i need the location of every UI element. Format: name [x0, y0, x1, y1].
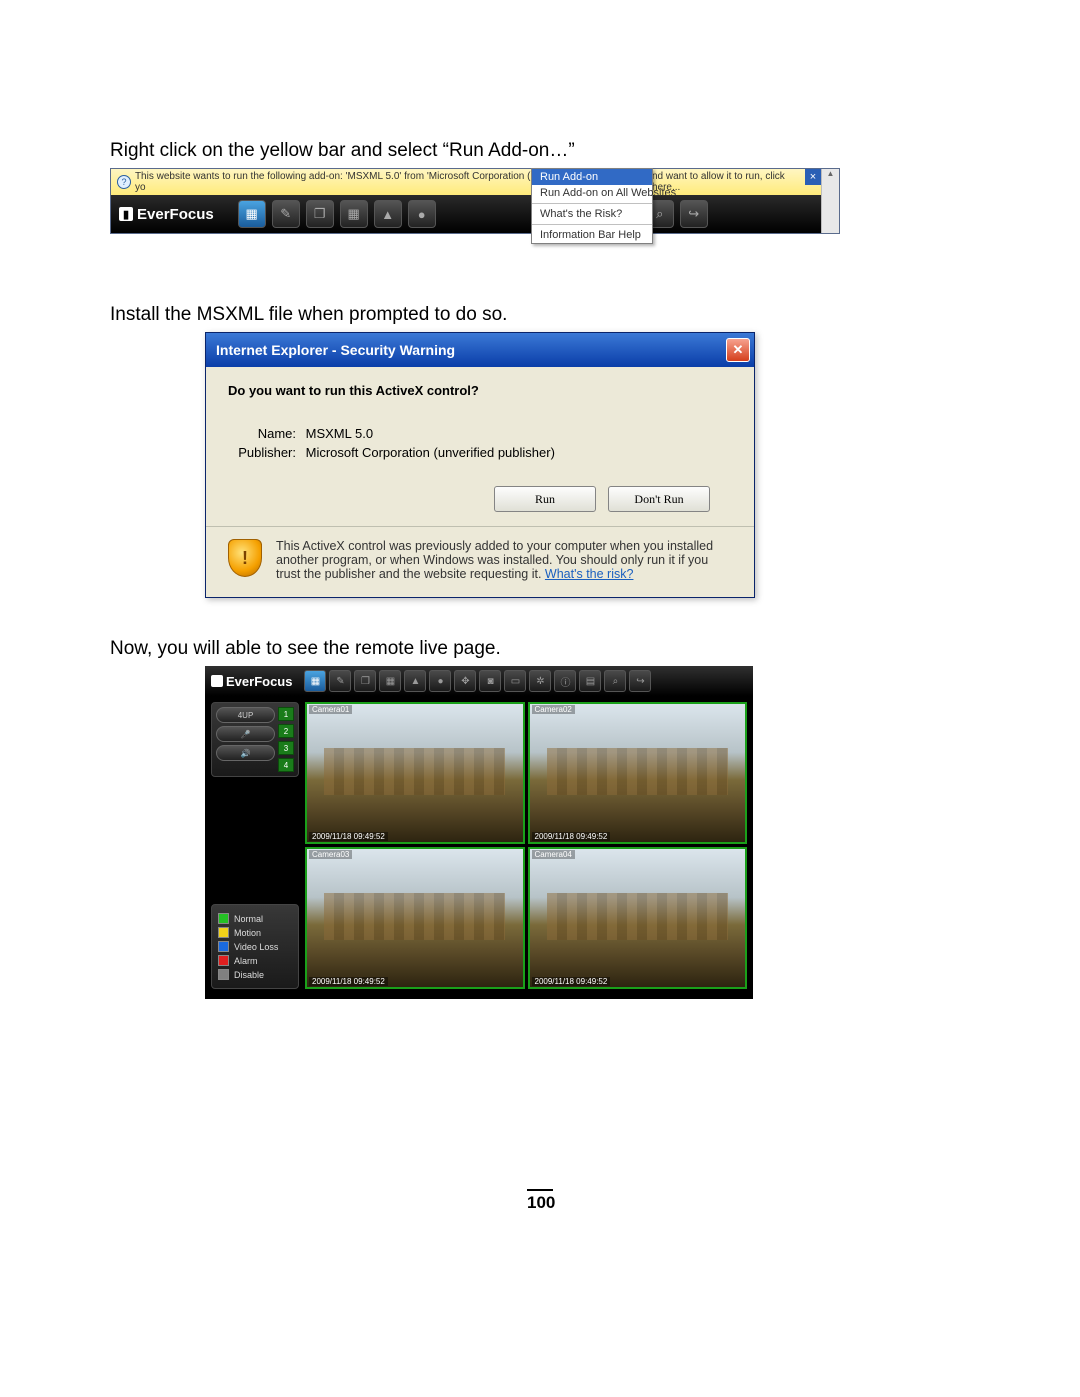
menu-item-run-addon-all[interactable]: Run Add-on on All Websites [532, 185, 652, 201]
toolbar-logout-icon[interactable]: ↪ [629, 670, 651, 692]
name-label: Name: [228, 426, 296, 441]
toolbar-display-icon[interactable]: ▭ [504, 670, 526, 692]
channel-button-3[interactable]: 3 [278, 741, 294, 755]
camera-tile-3[interactable]: Camera03 2009/11/18 09:49:52 [305, 847, 525, 989]
dialog-titlebar: Internet Explorer - Security Warning ✕ [206, 333, 754, 367]
publisher-label: Publisher: [228, 445, 296, 460]
menu-item-run-addon[interactable]: Run Add-on [532, 169, 652, 185]
toolbar-ptz-icon[interactable]: ✥ [454, 670, 476, 692]
menu-separator [532, 203, 652, 204]
view-control-panel: 4UP 🎤 🔊 1 2 3 4 [211, 702, 299, 777]
camera-name: Camera03 [309, 850, 352, 859]
ie-information-bar[interactable]: ? This website wants to run the followin… [111, 169, 821, 195]
instruction-step3: Now, you will able to see the remote liv… [110, 638, 970, 660]
toolbar-snap-icon[interactable]: ◙ [479, 670, 501, 692]
toolbar-alarm-icon[interactable]: ▲ [374, 200, 402, 228]
instruction-step2: Install the MSXML file when prompted to … [110, 304, 970, 326]
dialog-title: Internet Explorer - Security Warning [216, 342, 455, 358]
toolbar-settings-icon[interactable]: ✲ [529, 670, 551, 692]
toolbar-grid-icon[interactable]: ▦ [379, 670, 401, 692]
legend-normal: Normal [218, 913, 292, 924]
toolbar-sched-icon[interactable]: ▤ [579, 670, 601, 692]
brand-logo: ▮ EverFocus [119, 206, 214, 223]
camera-grid: Camera01 2009/11/18 09:49:52 Camera02 20… [305, 702, 747, 989]
camera-timestamp: 2009/11/18 09:49:52 [309, 977, 388, 986]
camera-name: Camera01 [309, 705, 352, 714]
legend-swatch [218, 941, 229, 952]
figure-infobar-screenshot: ? This website wants to run the followin… [110, 168, 840, 234]
channel-button-1[interactable]: 1 [278, 707, 294, 721]
brand-logo: EverFocus [211, 674, 292, 689]
dialog-question: Do you want to run this ActiveX control? [228, 383, 732, 398]
camera-timestamp: 2009/11/18 09:49:52 [532, 977, 611, 986]
channel-button-2[interactable]: 2 [278, 724, 294, 738]
toolbar-copy-icon[interactable]: ❐ [354, 670, 376, 692]
toolbar-record-icon[interactable]: ● [408, 200, 436, 228]
legend-motion: Motion [218, 927, 292, 938]
camera-name: Camera02 [532, 705, 575, 714]
security-warning-dialog: Internet Explorer - Security Warning ✕ D… [205, 332, 755, 598]
camera-timestamp: 2009/11/18 09:49:52 [532, 832, 611, 841]
close-button[interactable]: ✕ [726, 338, 750, 362]
live-toolbar: EverFocus ▦ ✎ ❐ ▦ ▲ ● ✥ ◙ ▭ ✲ ⓘ ▤ ⌕ ↪ [205, 666, 753, 696]
camera-tile-1[interactable]: Camera01 2009/11/18 09:49:52 [305, 702, 525, 844]
dialog-footer-text: This ActiveX control was previously adde… [276, 539, 732, 581]
legend-alarm: Alarm [218, 955, 292, 966]
toolbar-info-icon[interactable]: ⓘ [554, 670, 576, 692]
publisher-value: Microsoft Corporation (unverified publis… [306, 445, 555, 460]
legend-swatch [218, 913, 229, 924]
scrollbar[interactable]: ▲ [821, 169, 839, 233]
name-value: MSXML 5.0 [306, 426, 373, 441]
speaker-button[interactable]: 🔊 [216, 745, 275, 761]
legend-videoloss: Video Loss [218, 941, 292, 952]
mic-button[interactable]: 🎤 [216, 726, 275, 742]
info-icon: ? [117, 175, 131, 189]
whats-the-risk-link[interactable]: What's the risk? [545, 567, 634, 581]
context-menu: Run Add-on Run Add-on on All Websites Wh… [531, 168, 653, 244]
legend-swatch [218, 969, 229, 980]
toolbar-copy-icon[interactable]: ❐ [306, 200, 334, 228]
camera-timestamp: 2009/11/18 09:49:52 [309, 832, 388, 841]
legend-swatch [218, 955, 229, 966]
menu-separator [532, 224, 652, 225]
close-icon[interactable]: × [805, 169, 821, 185]
toolbar-zoom-icon[interactable]: ⌕ [604, 670, 626, 692]
camera-name: Camera04 [532, 850, 575, 859]
legend-panel: Normal Motion Video Loss Alarm Disable [211, 904, 299, 989]
toolbar-record-icon[interactable]: ● [429, 670, 451, 692]
camera-tile-2[interactable]: Camera02 2009/11/18 09:49:52 [528, 702, 748, 844]
toolbar-search-icon[interactable]: ✎ [329, 670, 351, 692]
legend-swatch [218, 927, 229, 938]
logo-mark-icon [211, 675, 223, 687]
toolbar-grid-icon[interactable]: ▦ [340, 200, 368, 228]
infobar-text-right: nd want to allow it to run, click here..… [652, 171, 815, 193]
camera-tile-4[interactable]: Camera04 2009/11/18 09:49:52 [528, 847, 748, 989]
toolbar-logout-icon[interactable]: ↪ [680, 200, 708, 228]
menu-item-infobar-help[interactable]: Information Bar Help [532, 227, 652, 243]
everfocus-toolbar: ▮ EverFocus ▦ ✎ ❐ ▦ ▲ ● ⓘ ▤ ⌕ ↪ [111, 195, 821, 233]
menu-item-whats-risk[interactable]: What's the Risk? [532, 206, 652, 222]
shield-icon: ! [228, 539, 262, 577]
dont-run-button[interactable]: Don't Run [608, 486, 710, 512]
instruction-step1: Right click on the yellow bar and select… [110, 140, 970, 162]
view-mode-button[interactable]: 4UP [216, 707, 275, 723]
channel-button-4[interactable]: 4 [278, 758, 294, 772]
everfocus-live-app: EverFocus ▦ ✎ ❐ ▦ ▲ ● ✥ ◙ ▭ ✲ ⓘ ▤ ⌕ ↪ 4U… [205, 666, 753, 999]
legend-disable: Disable [218, 969, 292, 980]
toolbar-search-icon[interactable]: ✎ [272, 200, 300, 228]
toolbar-live-icon[interactable]: ▦ [304, 670, 326, 692]
toolbar-alarm-icon[interactable]: ▲ [404, 670, 426, 692]
page-number: 100 [527, 1189, 553, 1213]
logo-mark-icon: ▮ [119, 207, 133, 221]
run-button[interactable]: Run [494, 486, 596, 512]
toolbar-live-icon[interactable]: ▦ [238, 200, 266, 228]
